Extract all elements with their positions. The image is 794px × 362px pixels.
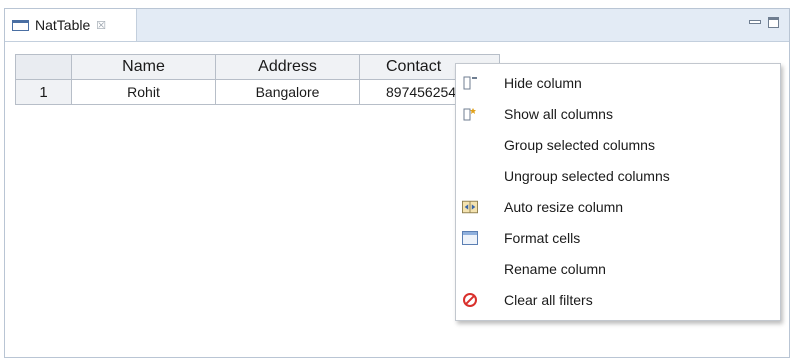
- menu-item-label: Hide column: [504, 75, 582, 91]
- column-context-menu: Hide column Show all columns Group selec…: [455, 63, 781, 321]
- column-header-address[interactable]: Address: [215, 54, 360, 80]
- row-header[interactable]: 1: [15, 79, 72, 105]
- view-tab-bar: NatTable ☒: [5, 9, 789, 42]
- menu-item-label: Rename column: [504, 261, 606, 277]
- nat-table: Name Address Contact 1 Rohit Bangalore 8…: [15, 54, 500, 105]
- table-row: 1 Rohit Bangalore 897456254: [15, 79, 500, 105]
- menu-item-label: Ungroup selected columns: [504, 168, 670, 184]
- view-controls: [748, 16, 779, 28]
- menu-item-rename-column[interactable]: Rename column: [456, 254, 780, 284]
- cell-address[interactable]: Bangalore: [215, 79, 360, 105]
- menu-item-show-all-columns[interactable]: Show all columns: [456, 99, 780, 129]
- menu-item-group-selected-columns[interactable]: Group selected columns: [456, 130, 780, 160]
- corner-cell[interactable]: [15, 54, 72, 80]
- menu-item-label: Format cells: [504, 230, 581, 246]
- tab-title: NatTable: [35, 17, 91, 33]
- show-all-columns-icon: [462, 106, 478, 122]
- menu-item-label: Clear all filters: [504, 292, 593, 308]
- menu-item-label: Show all columns: [504, 106, 613, 122]
- close-icon[interactable]: ☒: [96, 19, 106, 32]
- hide-column-icon: [462, 75, 478, 91]
- menu-item-auto-resize-column[interactable]: Auto resize column: [456, 192, 780, 222]
- auto-resize-icon: [462, 199, 478, 215]
- minimize-icon[interactable]: [748, 16, 761, 28]
- menu-item-clear-all-filters[interactable]: Clear all filters: [456, 285, 780, 315]
- menu-item-label: Group selected columns: [504, 137, 655, 153]
- format-cells-icon: [462, 230, 478, 246]
- menu-item-ungroup-selected-columns[interactable]: Ungroup selected columns: [456, 161, 780, 191]
- menu-item-format-cells[interactable]: Format cells: [456, 223, 780, 253]
- menu-item-label: Auto resize column: [504, 199, 624, 215]
- clear-filters-icon: [462, 292, 478, 308]
- column-header-row: Name Address Contact: [15, 54, 500, 80]
- column-header-name[interactable]: Name: [71, 54, 216, 80]
- maximize-icon[interactable]: [768, 16, 779, 28]
- cell-name[interactable]: Rohit: [71, 79, 216, 105]
- menu-item-hide-column[interactable]: Hide column: [456, 68, 780, 98]
- window-icon: [12, 19, 29, 31]
- tab-nattable[interactable]: NatTable ☒: [5, 9, 137, 41]
